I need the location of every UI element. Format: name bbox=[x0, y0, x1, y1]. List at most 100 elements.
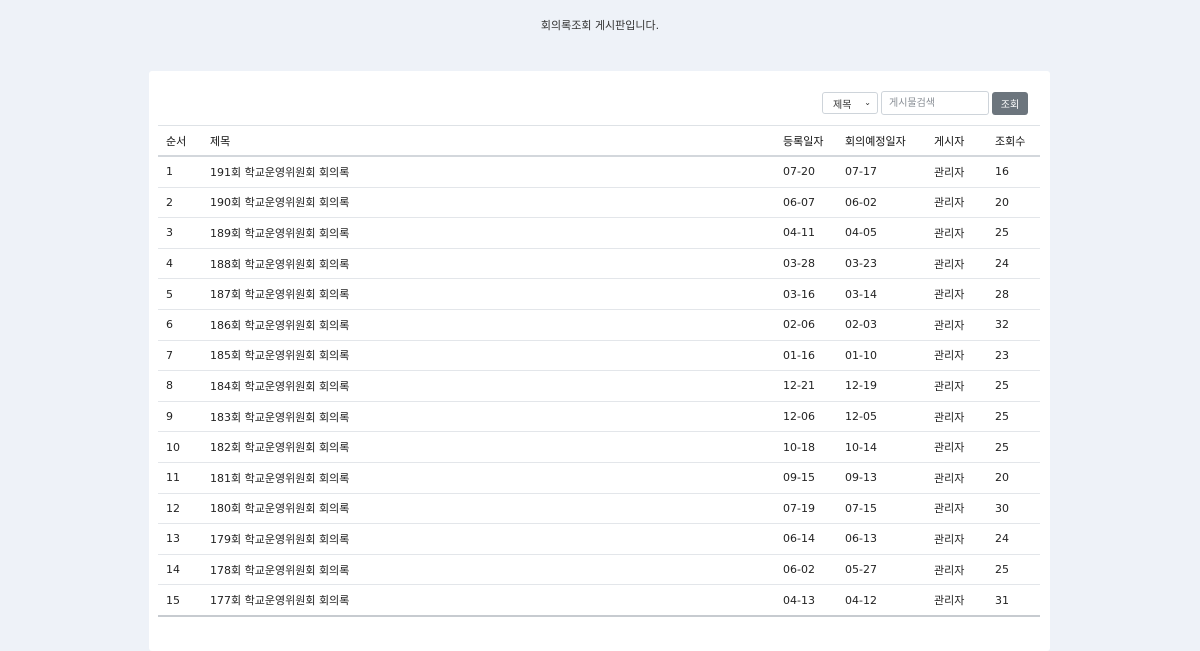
row-author: 관리자 bbox=[934, 471, 965, 485]
table-body: 1 191회 학교운영위원회 회의록 07-20 07-17 관리자 16 2 190회 학교… bbox=[158, 156, 1040, 617]
row-views-cell: 32 bbox=[987, 309, 1040, 341]
row-title[interactable]: 180회 학교운영위원회 회의록 bbox=[210, 502, 349, 515]
table-row[interactable]: 10 182회 학교운영위원회 회의록 10-18 10-14 관리자 25 bbox=[158, 431, 1040, 463]
row-meeting-date-cell: 03-14 bbox=[837, 278, 926, 310]
row-meeting-date: 09-13 bbox=[845, 471, 877, 485]
row-author-cell: 관리자 bbox=[926, 431, 987, 463]
row-title[interactable]: 183회 학교운영위원회 회의록 bbox=[210, 411, 349, 424]
row-title-cell: 178회 학교운영위원회 회의록 bbox=[202, 554, 775, 586]
row-registered-date: 01-16 bbox=[783, 348, 815, 362]
row-views-cell: 20 bbox=[987, 187, 1040, 219]
row-registered-date: 06-14 bbox=[783, 532, 815, 546]
row-title[interactable]: 191회 학교운영위원회 회의록 bbox=[210, 166, 349, 179]
row-number-cell: 1 bbox=[158, 156, 202, 188]
row-title[interactable]: 188회 학교운영위원회 회의록 bbox=[210, 258, 349, 271]
table-row[interactable]: 1 191회 학교운영위원회 회의록 07-20 07-17 관리자 16 bbox=[158, 156, 1040, 188]
row-title[interactable]: 189회 학교운영위원회 회의록 bbox=[210, 227, 349, 240]
row-number-cell: 13 bbox=[158, 523, 202, 555]
row-number-cell: 11 bbox=[158, 462, 202, 494]
row-title[interactable]: 179회 학교운영위원회 회의록 bbox=[210, 533, 349, 546]
table-row[interactable]: 3 189회 학교운영위원회 회의록 04-11 04-05 관리자 25 bbox=[158, 217, 1040, 249]
row-meeting-date-cell: 04-05 bbox=[837, 217, 926, 249]
table-row[interactable]: 8 184회 학교운영위원회 회의록 12-21 12-19 관리자 25 bbox=[158, 370, 1040, 402]
row-meeting-date-cell: 01-10 bbox=[837, 340, 926, 372]
row-title[interactable]: 187회 학교운영위원회 회의록 bbox=[210, 288, 349, 301]
row-title[interactable]: 185회 학교운영위원회 회의록 bbox=[210, 349, 349, 362]
row-author-cell: 관리자 bbox=[926, 462, 987, 494]
row-registered-date: 03-28 bbox=[783, 257, 815, 271]
row-meeting-date-cell: 09-13 bbox=[837, 462, 926, 494]
row-author-cell: 관리자 bbox=[926, 584, 987, 617]
row-registered-date: 12-21 bbox=[783, 379, 815, 393]
row-title[interactable]: 186회 학교운영위원회 회의록 bbox=[210, 319, 349, 332]
row-views: 28 bbox=[995, 287, 1009, 301]
row-author: 관리자 bbox=[934, 349, 965, 363]
row-title[interactable]: 181회 학교운영위원회 회의록 bbox=[210, 472, 349, 485]
row-meeting-date-cell: 07-15 bbox=[837, 493, 926, 525]
row-views: 16 bbox=[995, 165, 1009, 179]
row-meeting-date: 05-27 bbox=[845, 563, 877, 577]
row-number-cell: 15 bbox=[158, 584, 202, 617]
table-row[interactable]: 11 181회 학교운영위원회 회의록 09-15 09-13 관리자 20 bbox=[158, 462, 1040, 494]
table-row[interactable]: 6 186회 학교운영위원회 회의록 02-06 02-03 관리자 32 bbox=[158, 309, 1040, 341]
row-author: 관리자 bbox=[934, 594, 965, 608]
row-registered-date: 04-13 bbox=[783, 593, 815, 607]
row-registered-date: 12-06 bbox=[783, 410, 815, 424]
row-number: 13 bbox=[166, 532, 180, 546]
row-number: 15 bbox=[166, 593, 180, 607]
table-header-row: 순서 제목 등록일자 회의예정일자 게시자 조회수 bbox=[158, 125, 1040, 157]
row-author: 관리자 bbox=[934, 379, 965, 393]
table-row[interactable]: 14 178회 학교운영위원회 회의록 06-02 05-27 관리자 25 bbox=[158, 554, 1040, 586]
row-meeting-date: 06-02 bbox=[845, 195, 877, 209]
row-views-cell: 24 bbox=[987, 248, 1040, 280]
table-row[interactable]: 15 177회 학교운영위원회 회의록 04-13 04-12 관리자 31 bbox=[158, 584, 1040, 617]
column-header-title: 제목 bbox=[202, 125, 775, 157]
row-author-cell: 관리자 bbox=[926, 248, 987, 280]
row-title-cell: 190회 학교운영위원회 회의록 bbox=[202, 187, 775, 219]
row-number-cell: 4 bbox=[158, 248, 202, 280]
table-row[interactable]: 5 187회 학교운영위원회 회의록 03-16 03-14 관리자 28 bbox=[158, 278, 1040, 310]
row-number: 8 bbox=[166, 379, 173, 393]
row-title[interactable]: 178회 학교운영위원회 회의록 bbox=[210, 564, 349, 577]
row-registered-date-cell: 07-20 bbox=[775, 156, 837, 188]
row-meeting-date: 07-17 bbox=[845, 165, 877, 179]
row-views-cell: 16 bbox=[987, 156, 1040, 188]
row-views-cell: 30 bbox=[987, 493, 1040, 525]
row-number-cell: 14 bbox=[158, 554, 202, 586]
search-input[interactable] bbox=[881, 91, 989, 115]
row-title[interactable]: 182회 학교운영위원회 회의록 bbox=[210, 441, 349, 454]
table-row[interactable]: 7 185회 학교운영위원회 회의록 01-16 01-10 관리자 23 bbox=[158, 340, 1040, 372]
row-views: 25 bbox=[995, 379, 1009, 393]
table-row[interactable]: 13 179회 학교운영위원회 회의록 06-14 06-13 관리자 24 bbox=[158, 523, 1040, 555]
row-title[interactable]: 184회 학교운영위원회 회의록 bbox=[210, 380, 349, 393]
row-views-cell: 20 bbox=[987, 462, 1040, 494]
row-title[interactable]: 190회 학교운영위원회 회의록 bbox=[210, 196, 349, 209]
row-meeting-date: 12-05 bbox=[845, 410, 877, 424]
table-row[interactable]: 12 180회 학교운영위원회 회의록 07-19 07-15 관리자 30 bbox=[158, 493, 1040, 525]
row-author: 관리자 bbox=[934, 410, 965, 424]
row-number-cell: 2 bbox=[158, 187, 202, 219]
search-button[interactable]: 조회 bbox=[992, 91, 1028, 115]
row-number-cell: 12 bbox=[158, 493, 202, 525]
table-row[interactable]: 2 190회 학교운영위원회 회의록 06-07 06-02 관리자 20 bbox=[158, 187, 1040, 219]
row-registered-date-cell: 04-13 bbox=[775, 584, 837, 617]
minutes-table: 순서 제목 등록일자 회의예정일자 게시자 조회수 1 191회 학교운영위원회 … bbox=[158, 125, 1040, 617]
row-title-cell: 183회 학교운영위원회 회의록 bbox=[202, 401, 775, 433]
table-row[interactable]: 4 188회 학교운영위원회 회의록 03-28 03-23 관리자 24 bbox=[158, 248, 1040, 280]
row-meeting-date-cell: 02-03 bbox=[837, 309, 926, 341]
row-meeting-date: 06-13 bbox=[845, 532, 877, 546]
row-views-cell: 31 bbox=[987, 584, 1040, 617]
row-views-cell: 28 bbox=[987, 278, 1040, 310]
row-meeting-date-cell: 05-27 bbox=[837, 554, 926, 586]
row-author: 관리자 bbox=[934, 563, 965, 577]
row-number-cell: 5 bbox=[158, 278, 202, 310]
row-views: 32 bbox=[995, 318, 1009, 332]
row-author-cell: 관리자 bbox=[926, 278, 987, 310]
table-row[interactable]: 9 183회 학교운영위원회 회의록 12-06 12-05 관리자 25 bbox=[158, 401, 1040, 433]
column-header-author: 게시자 bbox=[926, 125, 987, 157]
row-meeting-date-cell: 12-19 bbox=[837, 370, 926, 402]
search-field-select[interactable]: 제목 ⌄ bbox=[822, 92, 878, 114]
row-title[interactable]: 177회 학교운영위원회 회의록 bbox=[210, 594, 349, 607]
page-description: 회의록조회 게시판입니다. bbox=[540, 19, 660, 32]
row-author-cell: 관리자 bbox=[926, 493, 987, 525]
